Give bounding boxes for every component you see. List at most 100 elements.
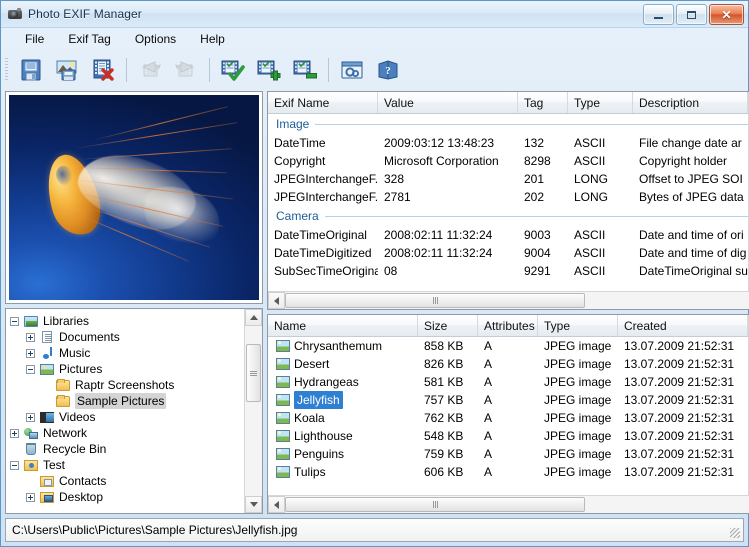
- user-icon: [23, 458, 39, 472]
- toolbar-gripper[interactable]: [5, 58, 8, 82]
- column-header-attributes[interactable]: Attributes: [478, 315, 538, 336]
- file-list-panel[interactable]: Name Size Attributes Type Created Chrysa…: [267, 314, 749, 514]
- exif-table-panel[interactable]: Exif Name Value Tag Type Description Ima…: [267, 91, 749, 310]
- exif-horizontal-scrollbar[interactable]: [268, 291, 749, 309]
- column-header-type[interactable]: Type: [568, 92, 633, 113]
- tree-item-videos[interactable]: Videos: [10, 409, 244, 425]
- table-row[interactable]: Copyright Microsoft Corporation 8298 ASC…: [268, 152, 748, 170]
- cell-type: JPEG image: [538, 427, 618, 445]
- column-header-value[interactable]: Value: [378, 92, 518, 113]
- expander-plus-icon[interactable]: [26, 413, 35, 422]
- tree-vertical-scrollbar[interactable]: [244, 309, 262, 513]
- picture-icon: [39, 362, 55, 376]
- cell-exif-name: JPEGInterchangeF...: [268, 188, 378, 206]
- cell-value: 08: [378, 262, 518, 280]
- options-button[interactable]: [334, 52, 370, 88]
- expander-plus-icon[interactable]: [26, 493, 35, 502]
- apply-template-button[interactable]: [215, 52, 251, 88]
- table-row[interactable]: JPEGInterchangeF... 328 201 LONG Offset …: [268, 170, 748, 188]
- menu-file[interactable]: File: [13, 30, 56, 48]
- tree-item-libraries[interactable]: Libraries: [10, 313, 244, 329]
- tree-item-contacts[interactable]: Contacts: [10, 473, 244, 489]
- table-row[interactable]: Desert 826 KB A JPEG image 13.07.2009 21…: [268, 355, 748, 373]
- scroll-left-button[interactable]: [268, 292, 285, 309]
- scroll-track[interactable]: [285, 292, 749, 309]
- group-divider: [315, 124, 748, 125]
- scroll-left-button[interactable]: [268, 496, 285, 513]
- menu-help[interactable]: Help: [188, 30, 237, 48]
- minimize-button[interactable]: [643, 4, 674, 25]
- add-template-button[interactable]: [251, 52, 287, 88]
- delete-exif-button[interactable]: [85, 52, 121, 88]
- scroll-up-button[interactable]: [245, 309, 262, 326]
- column-header-type[interactable]: Type: [538, 315, 618, 336]
- expander-plus-icon[interactable]: [26, 333, 35, 342]
- scroll-track[interactable]: [245, 326, 262, 496]
- expander-minus-icon[interactable]: [10, 461, 19, 470]
- column-header-size[interactable]: Size: [418, 315, 478, 336]
- table-row[interactable]: Penguins 759 KB A JPEG image 13.07.2009 …: [268, 445, 748, 463]
- table-row[interactable]: Koala 762 KB A JPEG image 13.07.2009 21:…: [268, 409, 748, 427]
- tree-item-pictures[interactable]: Pictures: [10, 361, 244, 377]
- tree-item-documents[interactable]: Documents: [10, 329, 244, 345]
- back-button[interactable]: [132, 52, 168, 88]
- scroll-thumb[interactable]: [285, 497, 585, 512]
- help-button[interactable]: ?: [370, 52, 406, 88]
- table-row[interactable]: DateTime 2009:03:12 13:48:23 132 ASCII F…: [268, 134, 748, 152]
- table-row[interactable]: JPEGInterchangeF... 2781 202 LONG Bytes …: [268, 188, 748, 206]
- tree-item-music[interactable]: Music: [10, 345, 244, 361]
- tree-item-raptr-screenshots[interactable]: Raptr Screenshots: [10, 377, 244, 393]
- save-exif-button[interactable]: [13, 52, 49, 88]
- remove-template-button[interactable]: [287, 52, 323, 88]
- exif-group-image: Image: [268, 114, 748, 134]
- column-header-created[interactable]: Created: [618, 315, 748, 336]
- jpeg-file-icon: [276, 394, 290, 406]
- table-row[interactable]: Tulips 606 KB A JPEG image 13.07.2009 21…: [268, 463, 748, 481]
- tree-item-network[interactable]: Network: [10, 425, 244, 441]
- expander-plus-icon[interactable]: [10, 429, 19, 438]
- menu-exif-tag[interactable]: Exif Tag: [56, 30, 122, 48]
- scroll-down-button[interactable]: [245, 496, 262, 513]
- tree-item-recycle-bin[interactable]: Recycle Bin: [10, 441, 244, 457]
- save-image-as-button[interactable]: [49, 52, 85, 88]
- resize-grip-icon[interactable]: [730, 528, 740, 538]
- table-row-selected[interactable]: Jellyfish 757 KB A JPEG image 13.07.2009…: [268, 391, 748, 409]
- forward-button[interactable]: [168, 52, 204, 88]
- close-button[interactable]: ✕: [709, 4, 744, 25]
- document-icon: [39, 330, 55, 344]
- column-header-exif-name[interactable]: Exif Name: [268, 92, 378, 113]
- table-row[interactable]: DateTimeOriginal 2008:02:11 11:32:24 900…: [268, 226, 748, 244]
- expander-plus-icon[interactable]: [26, 349, 35, 358]
- file-list-horizontal-scrollbar[interactable]: [268, 495, 749, 513]
- scroll-thumb[interactable]: [246, 344, 261, 402]
- cell-tag: 132: [518, 134, 568, 152]
- expander-minus-icon[interactable]: [10, 317, 19, 326]
- column-header-name[interactable]: Name: [268, 315, 418, 336]
- table-row[interactable]: SubSecTimeOriginal 08 9291 ASCII DateTim…: [268, 262, 748, 280]
- image-preview-panel[interactable]: [5, 91, 263, 304]
- column-header-description[interactable]: Description: [633, 92, 748, 113]
- tree-item-sample-pictures[interactable]: Sample Pictures: [10, 393, 244, 409]
- tree-item-test[interactable]: Test: [10, 457, 244, 473]
- minimize-icon: [654, 17, 663, 19]
- title-bar[interactable]: Photo EXIF Manager ✕: [1, 1, 748, 28]
- network-icon: [23, 426, 39, 440]
- maximize-button[interactable]: [676, 4, 707, 25]
- tree-item-desktop[interactable]: Desktop: [10, 489, 244, 505]
- triangle-down-icon: [250, 502, 258, 507]
- scroll-track[interactable]: [285, 496, 749, 513]
- folder-tree-panel[interactable]: Libraries Documents Music: [5, 308, 263, 514]
- left-column: Libraries Documents Music: [5, 91, 263, 514]
- table-row[interactable]: DateTimeDigitized 2008:02:11 11:32:24 90…: [268, 244, 748, 262]
- menu-options[interactable]: Options: [123, 30, 188, 48]
- table-row[interactable]: Hydrangeas 581 KB A JPEG image 13.07.200…: [268, 373, 748, 391]
- column-header-tag[interactable]: Tag: [518, 92, 568, 113]
- folder-tree[interactable]: Libraries Documents Music: [6, 309, 244, 513]
- help-book-icon: ?: [375, 57, 401, 83]
- table-row[interactable]: Lighthouse 548 KB A JPEG image 13.07.200…: [268, 427, 748, 445]
- expander-minus-icon[interactable]: [26, 365, 35, 374]
- tree-item-label: Network: [43, 425, 87, 441]
- scroll-thumb[interactable]: [285, 293, 585, 308]
- table-row[interactable]: Chrysanthemum 858 KB A JPEG image 13.07.…: [268, 337, 748, 355]
- right-column: Exif Name Value Tag Type Description Ima…: [267, 91, 749, 514]
